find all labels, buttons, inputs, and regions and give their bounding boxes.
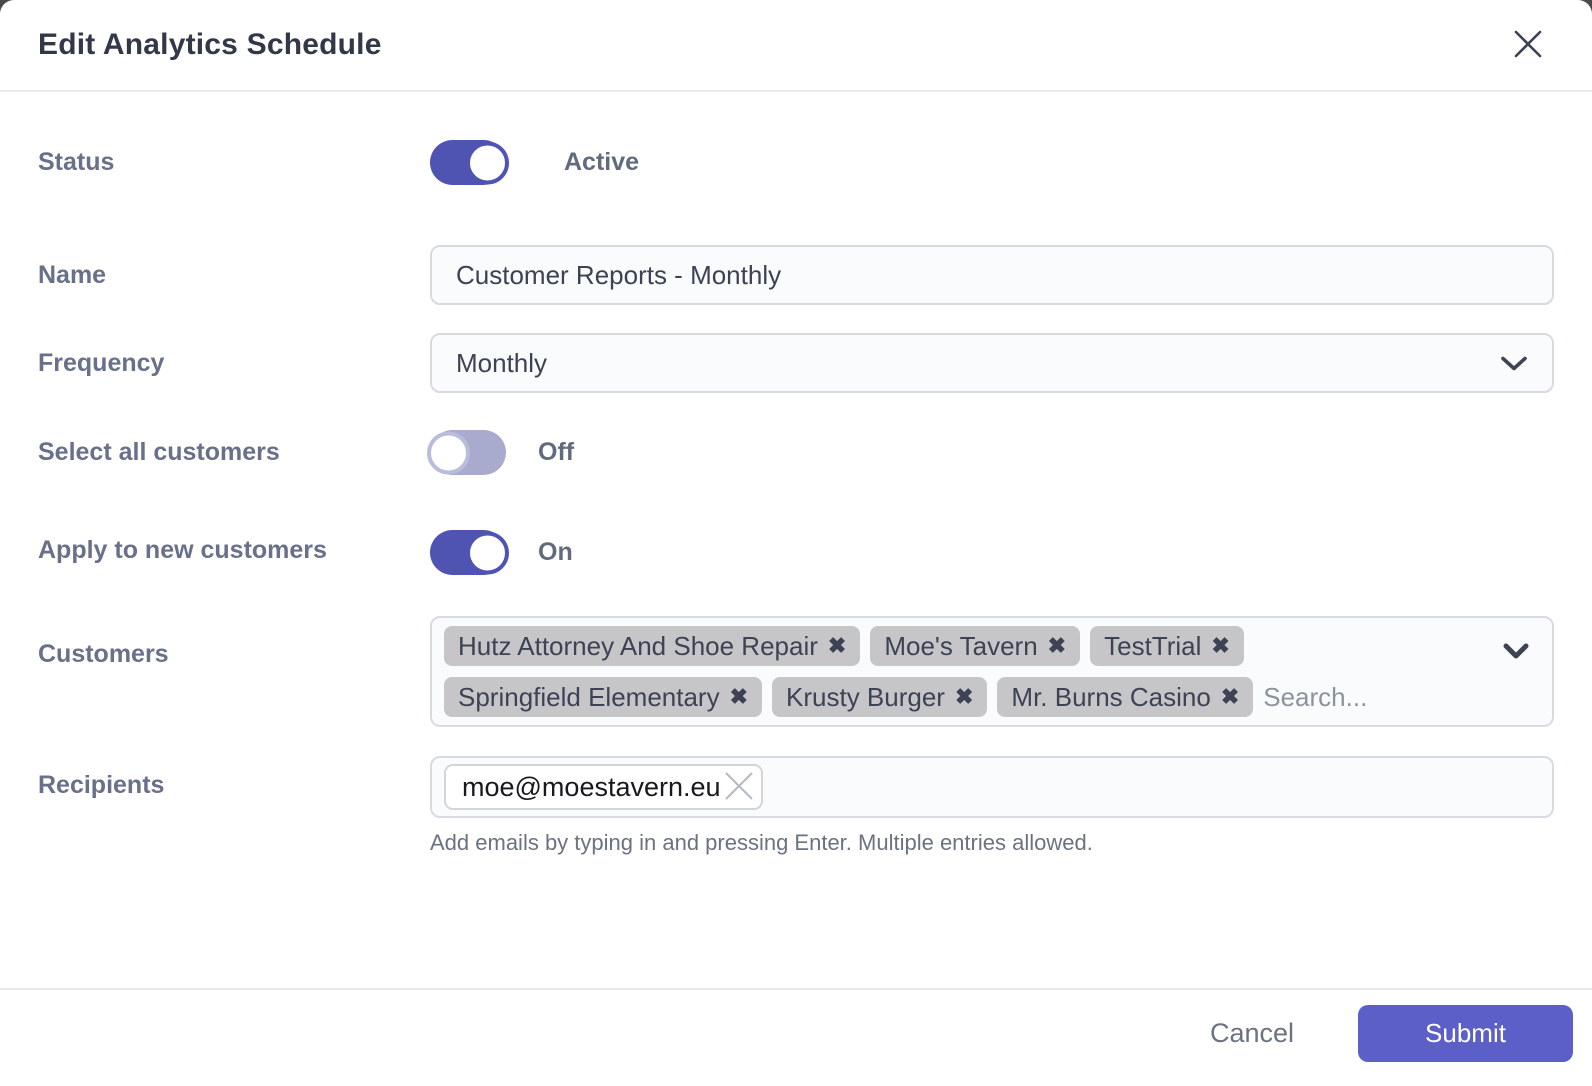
customer-tag-label: Hutz Attorney And Shoe Repair — [458, 631, 818, 662]
toggle-knob — [427, 431, 470, 474]
customer-tag-label: Mr. Burns Casino — [1011, 682, 1210, 713]
name-input[interactable] — [430, 245, 1554, 305]
customer-tag-label: Springfield Elementary — [458, 682, 720, 713]
remove-tag-icon[interactable]: ✖ — [955, 686, 973, 708]
dialog-header: Edit Analytics Schedule — [0, 0, 1592, 92]
email-tag-label: moe@moestavern.eu — [462, 772, 721, 803]
frequency-row: Frequency Monthly — [38, 333, 1554, 393]
chevron-down-icon[interactable] — [1502, 642, 1530, 665]
customer-tag-label: TestTrial — [1104, 631, 1201, 662]
customer-tag: Moe's Tavern ✖ — [870, 626, 1080, 666]
remove-tag-icon[interactable]: ✖ — [1221, 686, 1239, 708]
customer-tag: Springfield Elementary ✖ — [444, 677, 762, 717]
edit-analytics-schedule-dialog: Edit Analytics Schedule Status Active N — [0, 0, 1592, 1086]
remove-tag-icon[interactable]: ✖ — [730, 686, 748, 708]
remove-email-icon — [722, 769, 756, 806]
customer-tag-label: Krusty Burger — [786, 682, 945, 713]
customer-tag: TestTrial ✖ — [1090, 626, 1244, 666]
customers-row: Customers Hutz Attorney And Shoe Repair … — [38, 616, 1554, 727]
select-all-customers-label: Select all customers — [38, 432, 430, 473]
toggle-knob — [466, 141, 509, 184]
recipients-label: Recipients — [38, 756, 430, 806]
select-all-customers-toggle[interactable] — [430, 430, 506, 475]
toggle-knob — [466, 531, 509, 574]
dialog-footer: Cancel Submit — [0, 988, 1592, 1086]
status-toggle[interactable] — [430, 140, 506, 185]
select-all-customers-row: Select all customers Off — [38, 430, 1554, 475]
customer-tag-label: Moe's Tavern — [884, 631, 1037, 662]
remove-tag-icon[interactable]: ✖ — [1048, 635, 1066, 657]
recipients-row: Recipients moe@moestavern.eu — [38, 756, 1554, 856]
customers-search-input[interactable] — [1263, 677, 1492, 717]
remove-tag-icon[interactable]: ✖ — [1211, 635, 1229, 657]
status-label: Status — [38, 142, 430, 183]
customers-label: Customers — [38, 616, 430, 675]
status-state-text: Active — [564, 148, 639, 177]
customers-multiselect[interactable]: Hutz Attorney And Shoe Repair ✖ Moe's Ta… — [430, 616, 1554, 727]
customer-tag: Hutz Attorney And Shoe Repair ✖ — [444, 626, 860, 666]
frequency-selected-value: Monthly — [456, 348, 547, 379]
frequency-label: Frequency — [38, 343, 430, 384]
close-button[interactable] — [1506, 23, 1550, 67]
frequency-select[interactable]: Monthly — [430, 333, 1554, 393]
name-label: Name — [38, 255, 430, 296]
customer-tag: Krusty Burger ✖ — [772, 677, 987, 717]
chevron-down-icon — [1500, 348, 1528, 379]
apply-to-new-customers-state-text: On — [538, 538, 573, 567]
recipients-input[interactable]: moe@moestavern.eu — [430, 756, 1554, 818]
select-all-customers-state-text: Off — [538, 438, 574, 467]
apply-to-new-customers-toggle[interactable] — [430, 530, 506, 575]
apply-to-new-customers-label: Apply to new customers — [38, 530, 430, 571]
remove-tag-icon[interactable]: ✖ — [828, 635, 846, 657]
dialog-title: Edit Analytics Schedule — [38, 28, 382, 62]
close-icon — [1510, 26, 1546, 65]
customer-tag: Mr. Burns Casino ✖ — [997, 677, 1253, 717]
apply-to-new-customers-row: Apply to new customers On — [38, 530, 1554, 575]
recipients-help-text: Add emails by typing in and pressing Ent… — [430, 830, 1554, 856]
name-row: Name — [38, 245, 1554, 305]
email-tag: moe@moestavern.eu — [444, 764, 763, 810]
status-row: Status Active — [38, 140, 1554, 185]
dialog-body: Status Active Name Frequency Monthly — [0, 92, 1592, 988]
cancel-button[interactable]: Cancel — [1192, 1008, 1312, 1059]
remove-email-button[interactable] — [719, 767, 759, 807]
submit-button[interactable]: Submit — [1358, 1005, 1573, 1062]
